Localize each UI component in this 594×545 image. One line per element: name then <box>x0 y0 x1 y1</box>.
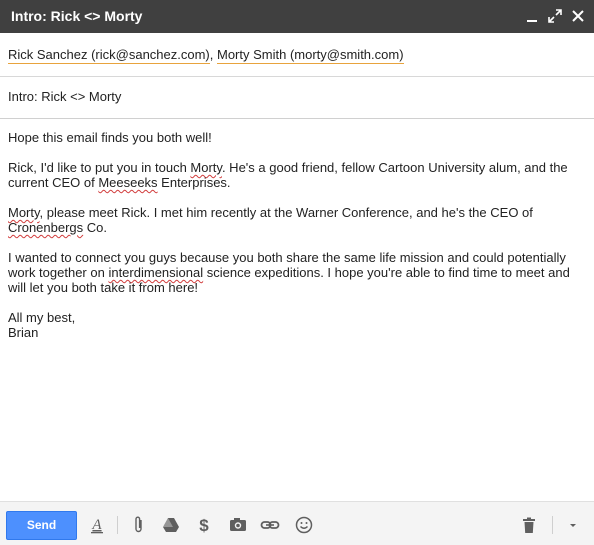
expand-icon[interactable] <box>545 6 565 26</box>
subject-field[interactable]: Intro: Rick <> Morty <box>0 77 594 119</box>
recipient-chip[interactable]: Morty Smith (morty@smith.com) <box>217 47 404 64</box>
more-options-icon[interactable] <box>562 514 584 536</box>
misspelled-word: Cronenbergs <box>8 220 84 235</box>
attach-icon[interactable] <box>128 514 150 536</box>
body-paragraph: I wanted to connect you guys because you… <box>8 250 570 295</box>
minimize-icon[interactable] <box>522 6 542 26</box>
recipient-separator: , <box>209 47 217 62</box>
send-button[interactable]: Send <box>6 511 77 540</box>
message-body[interactable]: Hope this email finds you both well! Ric… <box>8 130 584 355</box>
body-paragraph: Morty, please meet Rick. I met him recen… <box>8 205 533 235</box>
subject-input[interactable]: Intro: Rick <> Morty <box>8 89 121 104</box>
svg-text:A: A <box>91 517 102 533</box>
signature-block: All my best, Brian <box>8 310 584 340</box>
toolbar-divider <box>552 516 553 534</box>
misspelled-word: interdimensional <box>108 265 204 280</box>
money-icon[interactable]: $ <box>193 514 215 536</box>
toolbar-divider <box>117 516 118 534</box>
drive-icon[interactable] <box>160 514 182 536</box>
signature: Brian <box>8 325 39 340</box>
misspelled-word: Morty <box>190 160 222 175</box>
emoji-icon[interactable] <box>293 514 315 536</box>
close-icon[interactable] <box>568 6 588 26</box>
formatting-icon[interactable]: A <box>86 514 108 536</box>
trash-icon[interactable] <box>518 514 540 536</box>
misspelled-word: Meeseeks <box>98 175 158 190</box>
body-paragraph: Rick, I'd like to put you in touch Morty… <box>8 160 568 190</box>
recipients-field[interactable]: Rick Sanchez (rick@sanchez.com), Morty S… <box>0 33 594 77</box>
body-paragraph: Hope this email finds you both well! <box>8 130 212 145</box>
link-icon[interactable] <box>259 514 281 536</box>
misspelled-word: Morty <box>8 205 40 220</box>
recipient-chip[interactable]: Rick Sanchez (rick@sanchez.com) <box>8 47 210 64</box>
compose-toolbar: Send A $ <box>0 501 594 545</box>
svg-text:$: $ <box>199 516 209 535</box>
photo-icon[interactable] <box>227 514 249 536</box>
signoff: All my best, <box>8 310 76 325</box>
compose-titlebar[interactable]: Intro: Rick <> Morty <box>0 0 594 33</box>
window-title: Intro: Rick <> Morty <box>11 8 143 24</box>
